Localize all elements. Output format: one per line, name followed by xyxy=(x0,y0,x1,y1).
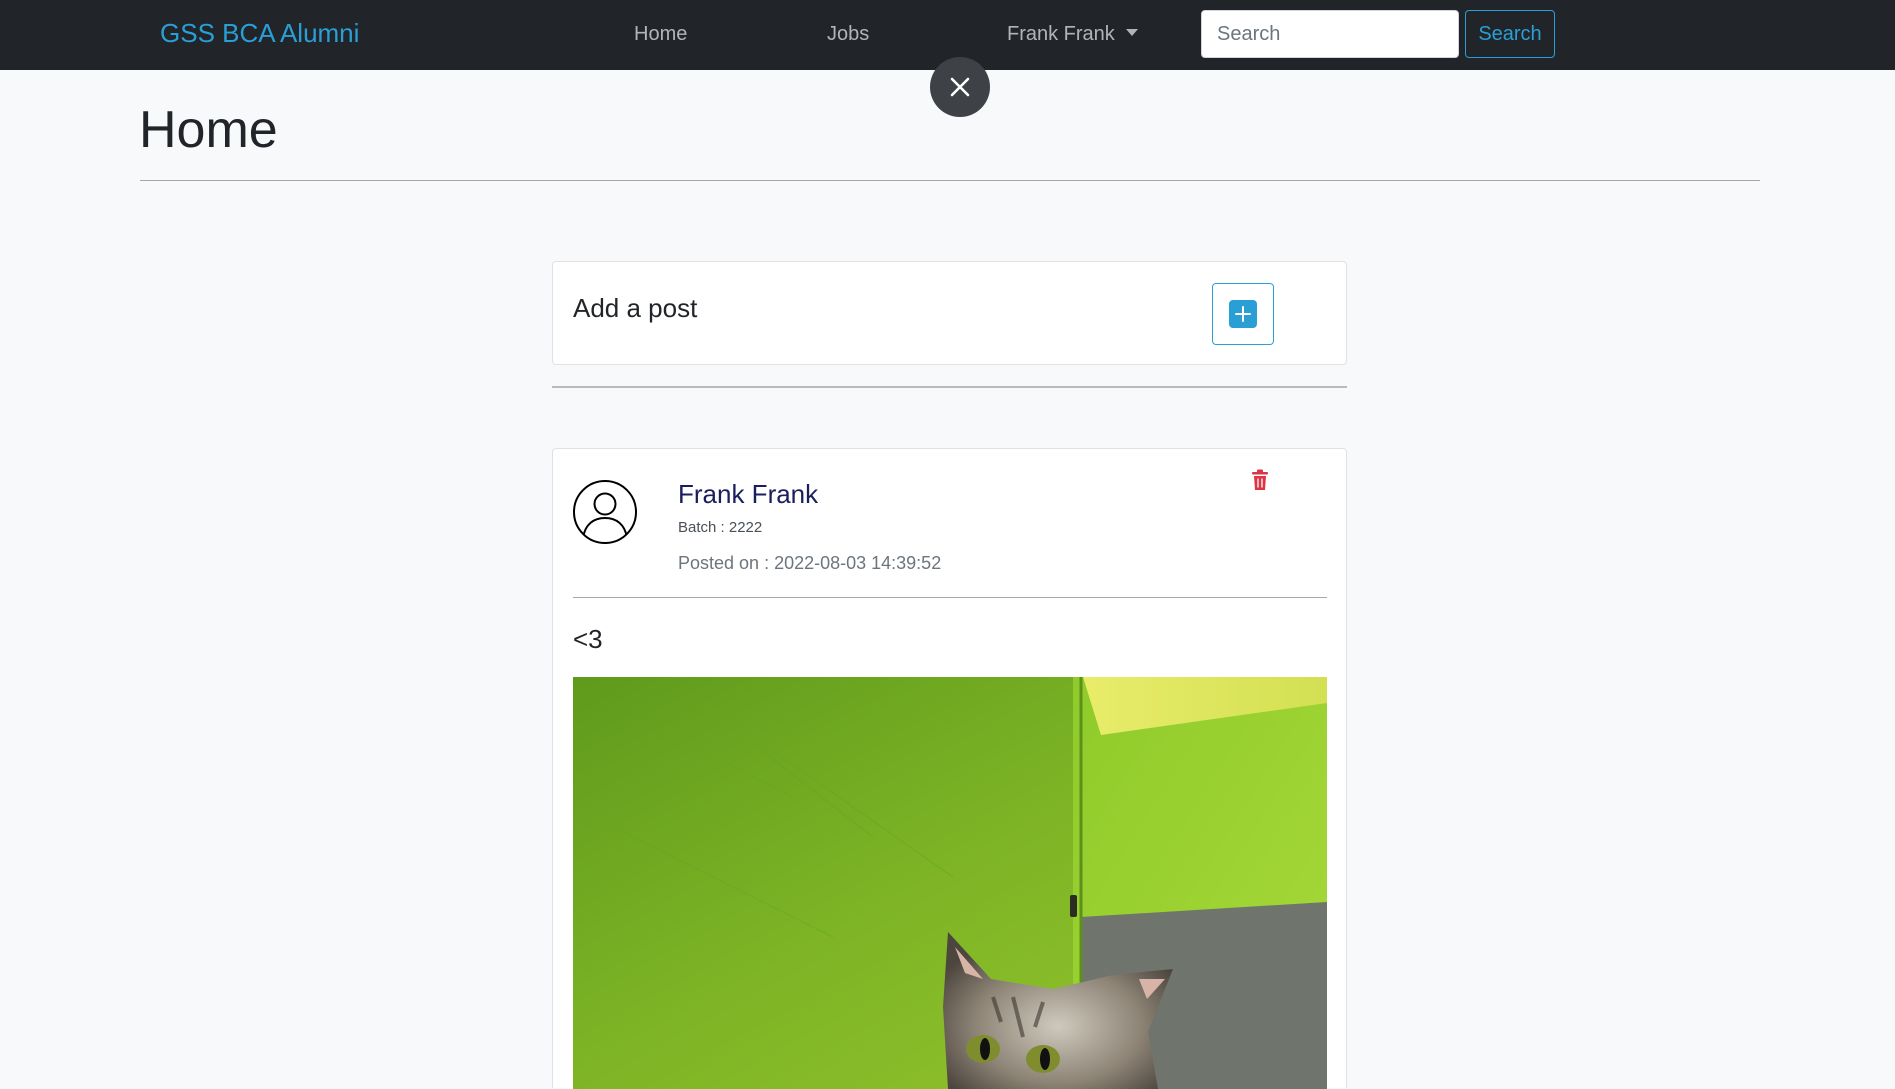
trash-icon[interactable] xyxy=(1251,469,1269,491)
post-author[interactable]: Frank Frank xyxy=(678,479,818,510)
user-avatar-icon xyxy=(573,480,637,544)
post-card: Frank Frank Batch : 2222 Posted on : 202… xyxy=(552,448,1347,1089)
post-timestamp: Posted on : 2022-08-03 14:39:52 xyxy=(678,553,942,573)
plus-icon xyxy=(1229,300,1257,328)
brand-link[interactable]: GSS BCA Alumni xyxy=(160,18,359,49)
close-icon xyxy=(950,77,970,97)
search-input[interactable] xyxy=(1201,10,1459,58)
nav-jobs[interactable]: Jobs xyxy=(827,23,869,46)
feed-divider xyxy=(552,386,1347,388)
page-title: Home xyxy=(139,101,278,159)
add-post-title: Add a post xyxy=(573,293,698,323)
post-image xyxy=(573,677,1327,1089)
caret-down-icon xyxy=(1125,29,1138,36)
search-button[interactable]: Search xyxy=(1465,10,1555,58)
post-divider xyxy=(573,597,1327,598)
post-text: <3 xyxy=(573,624,603,654)
user-dropdown[interactable]: Frank Frank xyxy=(1007,23,1138,46)
close-button[interactable] xyxy=(930,57,990,117)
nav-home[interactable]: Home xyxy=(634,23,687,46)
add-post-card: Add a post xyxy=(552,261,1347,365)
post-batch: Batch : 2222 xyxy=(678,519,763,536)
add-post-button[interactable] xyxy=(1212,283,1274,345)
title-divider xyxy=(140,180,1760,181)
user-dropdown-label: Frank Frank xyxy=(1007,23,1115,45)
